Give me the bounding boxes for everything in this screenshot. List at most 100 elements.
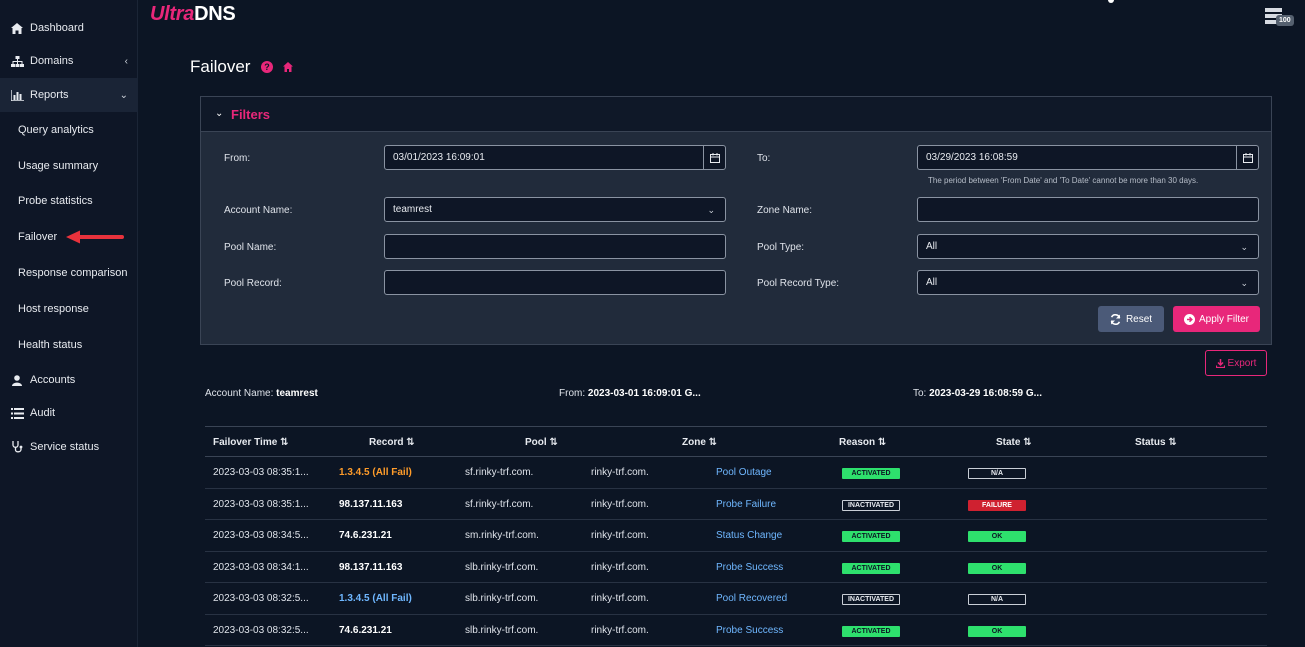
- logo-ultra-text: Ultra: [150, 3, 195, 25]
- sidebar-item-label: Domains: [30, 55, 74, 67]
- column-status[interactable]: Status ⇅: [1135, 437, 1177, 448]
- reset-label: Reset: [1125, 313, 1153, 325]
- cell-failover-time: 2023-03-03 08:34:5...: [213, 530, 309, 541]
- column-zone[interactable]: Zone ⇅: [682, 437, 717, 448]
- table-row[interactable]: 2023-03-03 08:34:5... 74.6.231.21 sm.rinky…: [205, 520, 1267, 552]
- zone-name-input[interactable]: [917, 197, 1259, 222]
- home-icon: [10, 21, 24, 35]
- sidebar-item-service-status[interactable]: Service status: [0, 430, 138, 464]
- column-reason[interactable]: Reason ⇅: [839, 437, 886, 448]
- status-badge: N/A: [968, 468, 1026, 479]
- cell-failover-time: 2023-03-03 08:35:1...: [213, 498, 309, 510]
- pool-record-label: Pool Record:: [224, 278, 282, 289]
- table-row[interactable]: 2023-03-03 08:35:1... 1.3.4.5 (All Fail) s…: [205, 457, 1267, 489]
- from-date-value: 03/01/2023 16:09:01: [393, 152, 485, 163]
- sidebar-subitem-response-comparison[interactable]: Response comparison: [18, 267, 127, 279]
- summary-from-value: 2023-03-01 16:09:01 G...: [587, 388, 701, 399]
- sidebar-item-accounts[interactable]: Accounts: [0, 363, 138, 397]
- state-badge: ACTIVATED: [842, 562, 900, 574]
- refresh-icon: [1110, 313, 1121, 325]
- pool-type-select[interactable]: All ⌄: [917, 234, 1259, 259]
- table-row[interactable]: 2023-03-03 08:32:5... 74.6.231.21 slb.rink…: [205, 615, 1267, 646]
- chevron-down-icon: ⌄: [119, 90, 128, 101]
- account-name-select[interactable]: teamrest ⌄: [384, 197, 726, 222]
- cell-failover-time: 2023-03-03 08:34:1...: [213, 561, 309, 573]
- cell-record[interactable]: 1.3.4.5 (All Fail): [339, 467, 412, 478]
- sidebar-subitem-usage-summary[interactable]: Usage summary: [18, 160, 98, 172]
- chevron-down-icon: ⌄: [215, 108, 224, 119]
- column-state[interactable]: State ⇅: [996, 437, 1032, 448]
- state-badge: ACTIVATED: [842, 468, 900, 479]
- pool-record-input[interactable]: [384, 270, 726, 295]
- reset-button[interactable]: Reset: [1098, 306, 1164, 332]
- page-title: Failover: [190, 57, 251, 76]
- state-badge: INACTIVATED: [842, 594, 900, 605]
- account-name-label: Account Name:: [224, 205, 293, 216]
- from-date-input[interactable]: 03/01/2023 16:09:01: [384, 145, 726, 170]
- export-label: Export: [1227, 357, 1257, 369]
- cell-zone: rinky-trf.com.: [591, 561, 649, 573]
- cell-pool: slb.rinky-trf.com.: [465, 593, 539, 604]
- sidebar-subitem-query-analytics[interactable]: Query analytics: [18, 124, 94, 136]
- cell-record: 98.137.11.163: [339, 498, 403, 510]
- list-icon: [10, 406, 24, 420]
- sidebar-item-reports[interactable]: Reports ⌄: [0, 78, 138, 112]
- table-row[interactable]: 2023-03-03 08:34:1... 98.137.11.163 slb.ri…: [205, 552, 1267, 583]
- sidebar-subitem-health-status[interactable]: Health status: [18, 339, 82, 351]
- user-menu-icon[interactable]: [1108, 0, 1114, 3]
- summary-account: Account Name: teamrest: [205, 388, 318, 399]
- sidebar-subitem-host-response[interactable]: Host response: [18, 303, 89, 315]
- summary-account-label: Account Name:: [205, 388, 274, 399]
- sidebar-item-label: Accounts: [30, 374, 76, 386]
- table-row[interactable]: 2023-03-03 08:35:1... 98.137.11.163 sf.rin…: [205, 489, 1267, 520]
- export-button[interactable]: Export: [1205, 350, 1267, 376]
- cell-reason[interactable]: Probe Success: [716, 562, 783, 573]
- cell-reason[interactable]: Pool Recovered: [716, 593, 787, 604]
- from-label: From:: [224, 153, 251, 164]
- status-badge: FAILURE: [968, 499, 1026, 511]
- pool-name-input[interactable]: [384, 234, 726, 259]
- status-badge: OK: [968, 562, 1026, 574]
- sidebar-item-domains[interactable]: Domains ‹: [0, 44, 138, 78]
- home-link-icon[interactable]: [283, 62, 293, 72]
- account-name-value: teamrest: [393, 204, 432, 215]
- state-badge: ACTIVATED: [842, 531, 900, 542]
- ultradns-logo[interactable]: UltraDNS: [150, 3, 236, 26]
- pool-record-type-value: All: [926, 277, 938, 288]
- arrow-circle-right-icon: [1183, 313, 1195, 325]
- filters-header[interactable]: ⌄ Filters: [201, 97, 1271, 132]
- cell-reason[interactable]: Probe Failure: [716, 499, 776, 510]
- help-icon[interactable]: ?: [261, 61, 273, 73]
- status-badge: OK: [968, 625, 1026, 637]
- pool-record-type-label: Pool Record Type:: [757, 278, 840, 289]
- period-hint: The period between 'From Date' and 'To D…: [928, 176, 1199, 185]
- pool-record-type-select[interactable]: All ⌄: [917, 270, 1259, 295]
- cell-reason[interactable]: Status Change: [716, 530, 782, 541]
- download-icon: [1215, 358, 1225, 368]
- sidebar-item-dashboard[interactable]: Dashboard: [0, 11, 138, 45]
- table-row[interactable]: 2023-03-03 08:32:5... 1.3.4.5 (All Fail) s…: [205, 583, 1267, 615]
- sidebar-subitem-failover[interactable]: Failover: [18, 231, 57, 243]
- apply-filter-button[interactable]: Apply Filter: [1173, 306, 1260, 332]
- summary-from-label: From:: [559, 388, 586, 399]
- sidebar-item-label: Service status: [30, 441, 100, 453]
- cell-pool: sm.rinky-trf.com.: [465, 530, 539, 541]
- state-badge: INACTIVATED: [842, 499, 900, 511]
- cell-failover-time: 2023-03-03 08:32:5...: [213, 593, 309, 604]
- calendar-icon[interactable]: [1236, 146, 1258, 169]
- cell-failover-time: 2023-03-03 08:35:1...: [213, 467, 309, 478]
- logo-dns-text: DNS: [194, 3, 236, 25]
- column-pool[interactable]: Pool ⇅: [525, 437, 558, 448]
- sidebar-item-audit[interactable]: Audit: [0, 396, 138, 430]
- cell-record[interactable]: 1.3.4.5 (All Fail): [339, 593, 412, 604]
- sidebar-subitem-probe-statistics[interactable]: Probe statistics: [18, 195, 93, 207]
- calendar-icon[interactable]: [703, 146, 725, 169]
- stethoscope-icon: [10, 440, 24, 454]
- column-failover-time[interactable]: Failover Time ⇅: [213, 437, 288, 448]
- cell-reason[interactable]: Pool Outage: [716, 467, 772, 478]
- to-date-input[interactable]: 03/29/2023 16:08:59: [917, 145, 1259, 170]
- cell-reason[interactable]: Probe Success: [716, 625, 783, 636]
- notification-badge: 100: [1276, 15, 1294, 26]
- apply-filter-label: Apply Filter: [1198, 313, 1249, 325]
- column-record[interactable]: Record ⇅: [369, 437, 415, 448]
